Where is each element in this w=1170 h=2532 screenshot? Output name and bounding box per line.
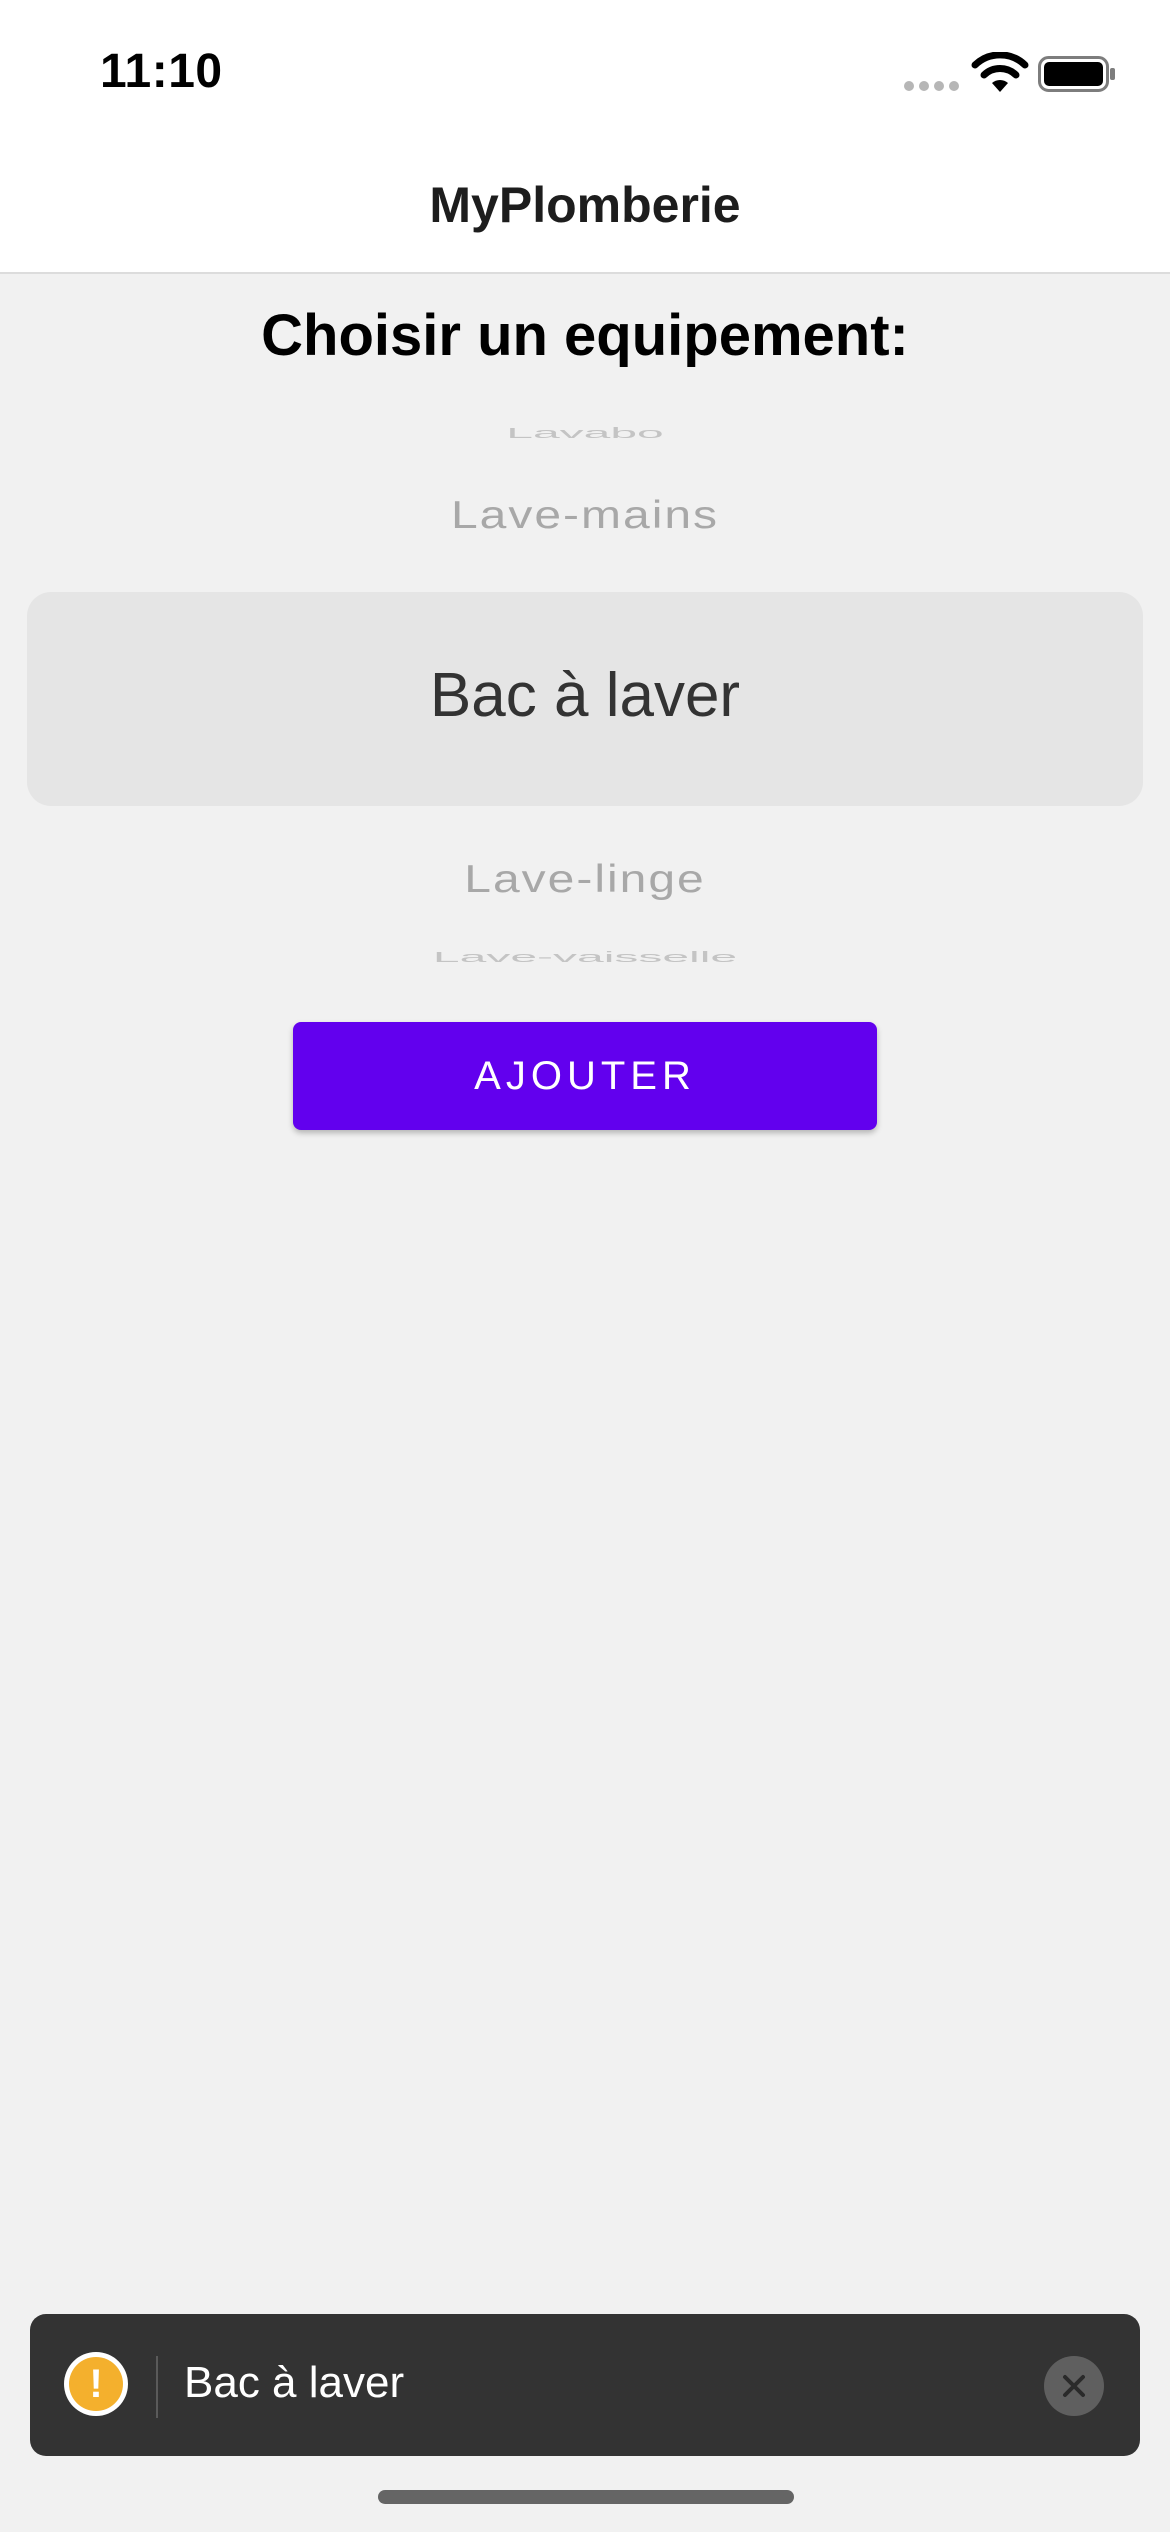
warning-icon-glyph: ! [69,2357,123,2411]
toast-message: Bac à laver [184,2358,405,2407]
section-title: Choisir un equipement: [261,303,909,368]
warning-icon: ! [64,2352,128,2416]
cellular-signal-icon [904,81,960,91]
picker-item[interactable]: Lavabo [0,425,1170,442]
picker-item-selected[interactable]: Bac à laver [0,660,1170,731]
toast-divider [156,2356,158,2418]
app-title: MyPlomberie [429,177,741,233]
battery-icon [1038,56,1115,92]
home-indicator [378,2490,794,2504]
close-icon [1063,2375,1085,2397]
equipment-picker[interactable]: Lavabo Lave-mains Bac à laver Lave-linge… [0,400,1170,980]
picker-item[interactable]: Lave-mains [0,493,1170,538]
wifi-icon [971,52,1029,92]
toast-notification: ! Bac à laver [30,2314,1140,2456]
add-button[interactable]: AJOUTER [293,1022,877,1130]
close-button[interactable] [1044,2356,1104,2416]
picker-item[interactable]: Lave-vaisselle [0,949,1170,966]
status-time: 11:10 [100,45,223,98]
app-header: MyPlomberie [0,140,1170,274]
status-bar: 11:10 [0,0,1170,140]
picker-item[interactable]: Lave-linge [0,857,1170,902]
